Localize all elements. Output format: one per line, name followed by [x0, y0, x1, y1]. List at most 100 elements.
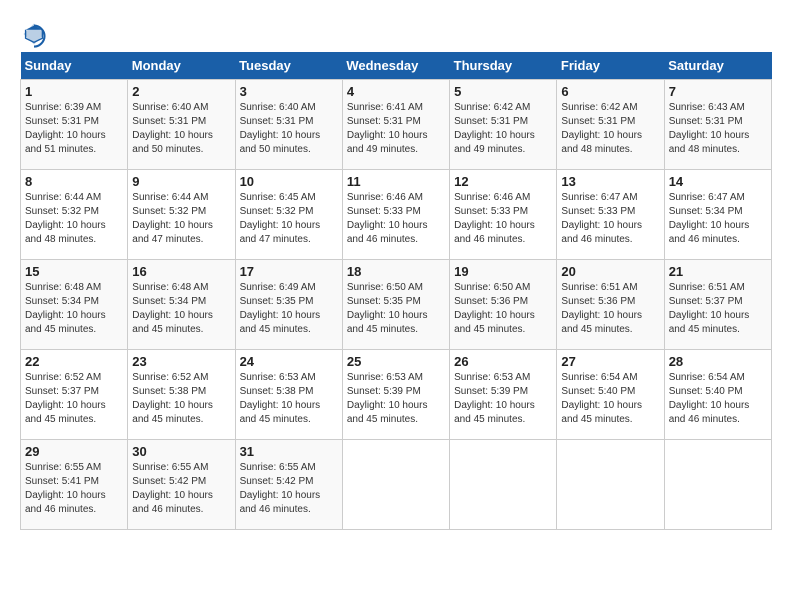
calendar-cell: [342, 440, 449, 530]
day-info: Sunrise: 6:54 AM Sunset: 5:40 PM Dayligh…: [561, 371, 659, 427]
calendar-cell: 1Sunrise: 6:39 AM Sunset: 5:31 PM Daylig…: [21, 80, 128, 170]
day-number: 23: [132, 354, 230, 369]
calendar-cell: 9Sunrise: 6:44 AM Sunset: 5:32 PM Daylig…: [128, 170, 235, 260]
weekday-header-thursday: Thursday: [450, 52, 557, 80]
day-info: Sunrise: 6:46 AM Sunset: 5:33 PM Dayligh…: [454, 191, 552, 247]
calendar-cell: 2 Sunrise: 6:40 AM Sunset: 5:31 PM Daylig…: [128, 80, 235, 170]
day-number: 31: [240, 444, 338, 459]
day-info: Sunrise: 6:48 AM Sunset: 5:34 PM Dayligh…: [132, 281, 230, 337]
day-number: 8: [25, 174, 123, 189]
calendar-cell: 25Sunrise: 6:53 AM Sunset: 5:39 PM Dayli…: [342, 350, 449, 440]
day-number: 15: [25, 264, 123, 279]
day-number: 12: [454, 174, 552, 189]
calendar-cell: 31 Sunrise: 6:55 AM Sunset: 5:42 PM Dayli…: [235, 440, 342, 530]
day-info: Sunrise: 6:55 AM Sunset: 5:42 PM Dayligh…: [240, 461, 338, 517]
calendar-cell: 20 Sunrise: 6:51 AM Sunset: 5:36 PM Dayli…: [557, 260, 664, 350]
calendar-container: SundayMondayTuesdayWednesdayThursdayFrid…: [20, 20, 772, 530]
day-info: Sunrise: 6:49 AM Sunset: 5:35 PM Dayligh…: [240, 281, 338, 337]
calendar-cell: [450, 440, 557, 530]
day-info: Sunrise: 6:44 AM Sunset: 5:32 PM Dayligh…: [25, 191, 123, 247]
day-info: Sunrise: 6:45 AM Sunset: 5:32 PM Dayligh…: [240, 191, 338, 247]
day-number: 1: [25, 84, 123, 99]
day-number: 18: [347, 264, 445, 279]
day-info: Sunrise: 6:40 AM Sunset: 5:31 PM Dayligh…: [240, 101, 338, 157]
weekday-header-monday: Monday: [128, 52, 235, 80]
calendar-week-row: 29Sunrise: 6:55 AM Sunset: 5:41 PM Dayli…: [21, 440, 772, 530]
calendar-cell: 24Sunrise: 6:53 AM Sunset: 5:38 PM Dayli…: [235, 350, 342, 440]
day-info: Sunrise: 6:51 AM Sunset: 5:37 PM Dayligh…: [669, 281, 767, 337]
day-number: 21: [669, 264, 767, 279]
weekday-header-tuesday: Tuesday: [235, 52, 342, 80]
logo-icon: [20, 20, 48, 48]
calendar-cell: 17 Sunrise: 6:49 AM Sunset: 5:35 PM Dayli…: [235, 260, 342, 350]
day-info: Sunrise: 6:52 AM Sunset: 5:37 PM Dayligh…: [25, 371, 123, 427]
day-number: 3: [240, 84, 338, 99]
calendar-cell: [557, 440, 664, 530]
calendar-cell: 11 Sunrise: 6:46 AM Sunset: 5:33 PM Dayli…: [342, 170, 449, 260]
calendar-cell: 3 Sunrise: 6:40 AM Sunset: 5:31 PM Daylig…: [235, 80, 342, 170]
day-info: Sunrise: 6:53 AM Sunset: 5:39 PM Dayligh…: [347, 371, 445, 427]
calendar-cell: 6Sunrise: 6:42 AM Sunset: 5:31 PM Daylig…: [557, 80, 664, 170]
calendar-week-row: 8 Sunrise: 6:44 AM Sunset: 5:32 PM Daylig…: [21, 170, 772, 260]
calendar-cell: 22Sunrise: 6:52 AM Sunset: 5:37 PM Dayli…: [21, 350, 128, 440]
day-number: 20: [561, 264, 659, 279]
logo-area: [20, 20, 52, 48]
day-info: Sunrise: 6:48 AM Sunset: 5:34 PM Dayligh…: [25, 281, 123, 337]
day-info: Sunrise: 6:47 AM Sunset: 5:34 PM Dayligh…: [669, 191, 767, 247]
day-number: 4: [347, 84, 445, 99]
day-info: Sunrise: 6:50 AM Sunset: 5:36 PM Dayligh…: [454, 281, 552, 337]
calendar-cell: 28Sunrise: 6:54 AM Sunset: 5:40 PM Dayli…: [664, 350, 771, 440]
day-number: 19: [454, 264, 552, 279]
day-number: 6: [561, 84, 659, 99]
day-info: Sunrise: 6:44 AM Sunset: 5:32 PM Dayligh…: [132, 191, 230, 247]
calendar-cell: 7 Sunrise: 6:43 AM Sunset: 5:31 PM Daylig…: [664, 80, 771, 170]
calendar-cell: [664, 440, 771, 530]
day-number: 27: [561, 354, 659, 369]
day-info: Sunrise: 6:55 AM Sunset: 5:42 PM Dayligh…: [132, 461, 230, 517]
calendar-cell: 30Sunrise: 6:55 AM Sunset: 5:42 PM Dayli…: [128, 440, 235, 530]
day-number: 24: [240, 354, 338, 369]
calendar-cell: 29Sunrise: 6:55 AM Sunset: 5:41 PM Dayli…: [21, 440, 128, 530]
day-number: 14: [669, 174, 767, 189]
day-info: Sunrise: 6:43 AM Sunset: 5:31 PM Dayligh…: [669, 101, 767, 157]
calendar-cell: 21 Sunrise: 6:51 AM Sunset: 5:37 PM Dayli…: [664, 260, 771, 350]
day-number: 5: [454, 84, 552, 99]
calendar-cell: 8 Sunrise: 6:44 AM Sunset: 5:32 PM Daylig…: [21, 170, 128, 260]
calendar-cell: 13Sunrise: 6:47 AM Sunset: 5:33 PM Dayli…: [557, 170, 664, 260]
day-info: Sunrise: 6:40 AM Sunset: 5:31 PM Dayligh…: [132, 101, 230, 157]
day-number: 28: [669, 354, 767, 369]
page-header: [20, 20, 772, 48]
calendar-week-row: 22Sunrise: 6:52 AM Sunset: 5:37 PM Dayli…: [21, 350, 772, 440]
day-info: Sunrise: 6:50 AM Sunset: 5:35 PM Dayligh…: [347, 281, 445, 337]
calendar-cell: 27 Sunrise: 6:54 AM Sunset: 5:40 PM Dayli…: [557, 350, 664, 440]
day-info: Sunrise: 6:52 AM Sunset: 5:38 PM Dayligh…: [132, 371, 230, 427]
day-number: 17: [240, 264, 338, 279]
calendar-cell: 14 Sunrise: 6:47 AM Sunset: 5:34 PM Dayli…: [664, 170, 771, 260]
calendar-cell: 18 Sunrise: 6:50 AM Sunset: 5:35 PM Dayli…: [342, 260, 449, 350]
weekday-header-saturday: Saturday: [664, 52, 771, 80]
day-number: 16: [132, 264, 230, 279]
day-info: Sunrise: 6:55 AM Sunset: 5:41 PM Dayligh…: [25, 461, 123, 517]
day-number: 26: [454, 354, 552, 369]
day-number: 13: [561, 174, 659, 189]
day-number: 2: [132, 84, 230, 99]
day-number: 11: [347, 174, 445, 189]
calendar-table: SundayMondayTuesdayWednesdayThursdayFrid…: [20, 52, 772, 530]
weekday-header-friday: Friday: [557, 52, 664, 80]
day-info: Sunrise: 6:51 AM Sunset: 5:36 PM Dayligh…: [561, 281, 659, 337]
day-info: Sunrise: 6:53 AM Sunset: 5:39 PM Dayligh…: [454, 371, 552, 427]
weekday-header-row: SundayMondayTuesdayWednesdayThursdayFrid…: [21, 52, 772, 80]
calendar-cell: 23 Sunrise: 6:52 AM Sunset: 5:38 PM Dayli…: [128, 350, 235, 440]
calendar-week-row: 1Sunrise: 6:39 AM Sunset: 5:31 PM Daylig…: [21, 80, 772, 170]
calendar-cell: 5 Sunrise: 6:42 AM Sunset: 5:31 PM Daylig…: [450, 80, 557, 170]
day-number: 7: [669, 84, 767, 99]
day-info: Sunrise: 6:42 AM Sunset: 5:31 PM Dayligh…: [454, 101, 552, 157]
calendar-cell: 15 Sunrise: 6:48 AM Sunset: 5:34 PM Dayli…: [21, 260, 128, 350]
calendar-cell: 10Sunrise: 6:45 AM Sunset: 5:32 PM Dayli…: [235, 170, 342, 260]
calendar-cell: 19 Sunrise: 6:50 AM Sunset: 5:36 PM Dayli…: [450, 260, 557, 350]
calendar-cell: 26 Sunrise: 6:53 AM Sunset: 5:39 PM Dayli…: [450, 350, 557, 440]
day-info: Sunrise: 6:46 AM Sunset: 5:33 PM Dayligh…: [347, 191, 445, 247]
day-info: Sunrise: 6:41 AM Sunset: 5:31 PM Dayligh…: [347, 101, 445, 157]
weekday-header-wednesday: Wednesday: [342, 52, 449, 80]
calendar-cell: 16 Sunrise: 6:48 AM Sunset: 5:34 PM Dayli…: [128, 260, 235, 350]
